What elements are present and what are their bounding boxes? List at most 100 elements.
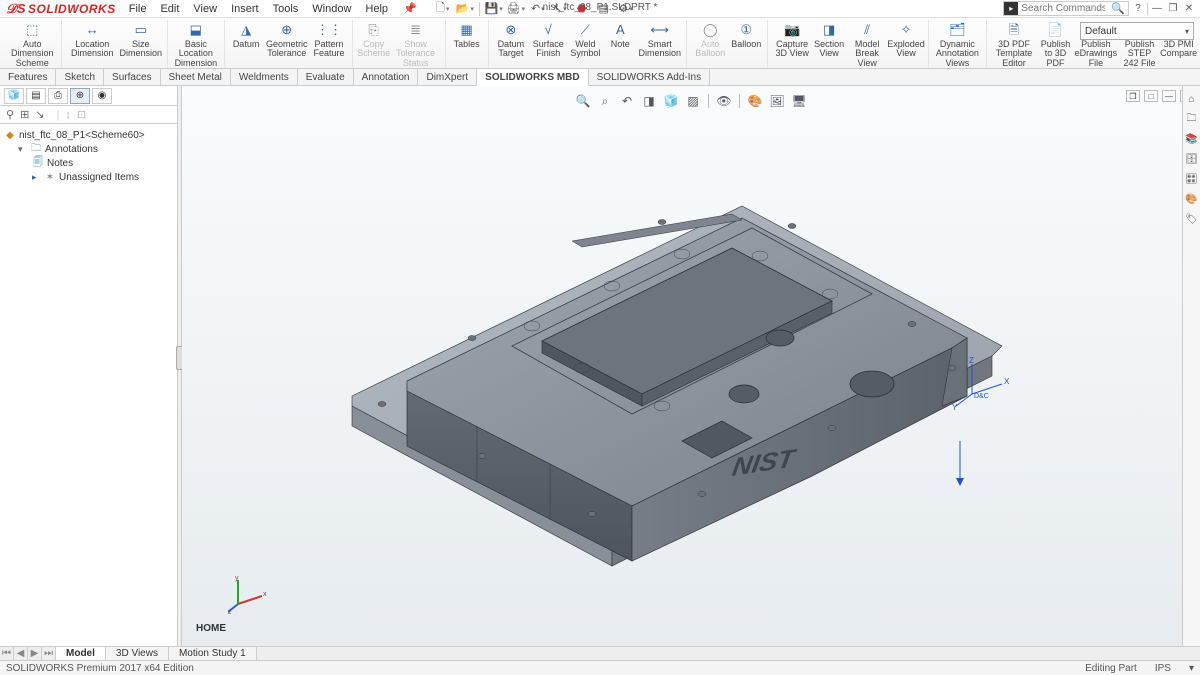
tab-evaluate[interactable]: Evaluate bbox=[298, 69, 354, 85]
taskpane-custom-props-icon[interactable]: 🏷 bbox=[1185, 212, 1199, 226]
menu-tools[interactable]: Tools bbox=[266, 1, 306, 17]
note-button[interactable]: ANote bbox=[603, 20, 637, 60]
expand-icon[interactable]: ▸ bbox=[32, 172, 41, 183]
tab-scroll-first-icon[interactable]: ⏮ bbox=[0, 647, 14, 660]
section-view-hud-button[interactable]: ◨ bbox=[640, 92, 658, 110]
menu-insert[interactable]: Insert bbox=[224, 1, 266, 17]
tab-scroll-last-icon[interactable]: ⏭ bbox=[42, 647, 56, 660]
zoom-area-button[interactable]: ⌕ bbox=[596, 92, 614, 110]
search-commands[interactable]: ▸ 🔍 bbox=[1003, 1, 1129, 16]
tab-sketch[interactable]: Sketch bbox=[56, 69, 104, 85]
model-break-view-button[interactable]: ⫽Model Break View bbox=[846, 20, 888, 69]
menu-help[interactable]: Help bbox=[358, 1, 395, 17]
apply-scene-button[interactable]: 🖼 bbox=[768, 92, 786, 110]
auto-dimension-scheme-button[interactable]: ⬚Auto Dimension Scheme bbox=[8, 20, 57, 69]
taskpane-home-icon[interactable]: ⌂ bbox=[1185, 92, 1199, 106]
close-button[interactable]: ✕ bbox=[1182, 2, 1196, 16]
fm-tab-dimxpert-manager[interactable]: ⊕ bbox=[70, 88, 90, 104]
fm-tool-4-icon[interactable]: ↕ bbox=[65, 109, 71, 121]
tab-surfaces[interactable]: Surfaces bbox=[104, 69, 160, 85]
fm-tool-2-icon[interactable]: ⊞ bbox=[20, 108, 29, 121]
minimize-button[interactable]: — bbox=[1150, 2, 1164, 16]
status-extra-icon[interactable]: ▾ bbox=[1189, 663, 1194, 674]
mdi-max-icon[interactable]: □ bbox=[1144, 90, 1158, 102]
tree-root[interactable]: ◆ nist_ftc_08_P1<Scheme60> bbox=[4, 128, 173, 142]
taskpane-appearances-icon[interactable]: 🎨 bbox=[1185, 192, 1199, 206]
balloon-button[interactable]: ①Balloon bbox=[729, 20, 763, 60]
previous-view-button[interactable]: ↶ bbox=[618, 92, 636, 110]
basic-location-dimension-button[interactable]: ⬓Basic Location Dimension bbox=[172, 20, 221, 69]
mdi-min-icon[interactable]: — bbox=[1162, 90, 1176, 102]
size-dimension-button[interactable]: ▭Size Dimension bbox=[119, 20, 163, 60]
tab-solidworks-mbd[interactable]: SOLIDWORKS MBD bbox=[477, 69, 588, 86]
fm-tab-feature-tree[interactable]: 🧊 bbox=[4, 88, 24, 104]
restore-button[interactable]: ❐ bbox=[1166, 2, 1180, 16]
tab-weldments[interactable]: Weldments bbox=[231, 69, 298, 85]
new-doc-button[interactable]: 🗋 bbox=[433, 1, 453, 17]
datum-target-button[interactable]: ⊗Datum Target bbox=[493, 20, 529, 60]
graphics-viewport[interactable]: 🔍 ⌕ ↶ ◨ 🧊 ▨ 👁 🎨 🖼 🖥 ❐ □ — ✕ ↖ bbox=[182, 86, 1200, 660]
fm-tab-property-manager[interactable]: ▤ bbox=[26, 88, 46, 104]
tree-annotations[interactable]: ▾ 🗀 Annotations bbox=[4, 142, 173, 156]
display-style-button[interactable]: ▨ bbox=[684, 92, 702, 110]
open-doc-button[interactable]: 📂 bbox=[455, 1, 475, 17]
menu-window[interactable]: Window bbox=[305, 1, 358, 17]
menu-view[interactable]: View bbox=[186, 1, 224, 17]
tab-solidworks-addins[interactable]: SOLIDWORKS Add-Ins bbox=[589, 69, 710, 85]
tab-scroll-prev-icon[interactable]: ◀ bbox=[14, 647, 28, 660]
view-settings-button[interactable]: 🖥 bbox=[790, 92, 808, 110]
fm-tab-configuration-manager[interactable]: ⎙ bbox=[48, 88, 68, 104]
search-input[interactable] bbox=[1018, 3, 1108, 14]
tree-notes[interactable]: 🗐 Notes bbox=[4, 156, 173, 170]
tab-scroll-next-icon[interactable]: ▶ bbox=[28, 647, 42, 660]
search-icon[interactable]: 🔍 bbox=[1108, 2, 1128, 15]
view-orientation-button[interactable]: 🧊 bbox=[662, 92, 680, 110]
doc-tab-model[interactable]: Model bbox=[56, 647, 106, 660]
help-button[interactable]: ? bbox=[1131, 2, 1145, 16]
tables-button[interactable]: ▦Tables bbox=[450, 20, 484, 50]
status-units[interactable]: IPS bbox=[1155, 663, 1171, 674]
fm-tab-display-manager[interactable]: ◉ bbox=[92, 88, 112, 104]
menu-edit[interactable]: Edit bbox=[153, 1, 186, 17]
menu-file[interactable]: File bbox=[122, 1, 154, 17]
pin-icon[interactable]: 📌 bbox=[395, 2, 425, 15]
tab-sheet-metal[interactable]: Sheet Metal bbox=[161, 69, 231, 85]
edit-appearance-button[interactable]: 🎨 bbox=[746, 92, 764, 110]
taskpane-view-palette-icon[interactable]: 🎛 bbox=[1185, 172, 1199, 186]
section-view-button[interactable]: ◨Section View bbox=[812, 20, 846, 69]
pattern-feature-button[interactable]: ⋮⋮Pattern Feature bbox=[310, 20, 347, 60]
taskpane-resources-icon[interactable]: 🗀 bbox=[1185, 112, 1199, 126]
geometric-tolerance-button[interactable]: ⊕Geometric Tolerance bbox=[263, 20, 310, 60]
mdi-restore-icon[interactable]: ❐ bbox=[1126, 90, 1140, 102]
taskpane-library-icon[interactable]: 📚 bbox=[1185, 132, 1199, 146]
zoom-fit-button[interactable]: 🔍 bbox=[574, 92, 592, 110]
weld-symbol-button[interactable]: ⟋Weld Symbol bbox=[567, 20, 603, 60]
doc-tab-3d-views[interactable]: 3D Views bbox=[106, 647, 169, 660]
exploded-view-button[interactable]: ✧Exploded View bbox=[888, 20, 924, 69]
fm-tool-3-icon[interactable]: ↘ bbox=[35, 108, 44, 121]
configuration-dropdown[interactable]: Default bbox=[1080, 22, 1194, 40]
fm-tool-1-icon[interactable]: ⚲ bbox=[6, 108, 14, 121]
fm-tool-5-icon[interactable]: ⊡ bbox=[77, 108, 86, 121]
print-button[interactable]: 🖨 bbox=[506, 1, 526, 17]
svg-text:x: x bbox=[263, 591, 267, 598]
collapse-icon[interactable]: ▾ bbox=[18, 144, 27, 155]
tab-annotation[interactable]: Annotation bbox=[354, 69, 419, 85]
tab-dimxpert[interactable]: DimXpert bbox=[418, 69, 477, 85]
surface-finish-button[interactable]: √Surface Finish bbox=[529, 20, 567, 60]
part-model[interactable]: NIST bbox=[312, 166, 1032, 596]
tab-features[interactable]: Features bbox=[0, 69, 56, 85]
search-mode-icon[interactable]: ▸ bbox=[1004, 2, 1018, 15]
publish-3d-pdf-button[interactable]: 📄Publish to 3D PDF bbox=[1037, 20, 1074, 69]
dynamic-annotation-views-button[interactable]: 🗂Dynamic Annotation Views bbox=[933, 20, 982, 69]
capture-3d-view-button[interactable]: 📷Capture 3D View bbox=[772, 20, 812, 69]
location-dimension-button[interactable]: ↔Location Dimension bbox=[66, 20, 119, 60]
taskpane-explorer-icon[interactable]: 🗄 bbox=[1185, 152, 1199, 166]
datum-button[interactable]: ◮Datum bbox=[229, 20, 263, 60]
smart-dimension-button[interactable]: ⟷Smart Dimension bbox=[637, 20, 682, 60]
hide-show-button[interactable]: 👁 bbox=[715, 92, 733, 110]
3d-pdf-template-editor-button[interactable]: 🗎3D PDF Template Editor bbox=[991, 20, 1037, 69]
doc-tab-motion-study[interactable]: Motion Study 1 bbox=[169, 647, 257, 660]
tree-unassigned-items[interactable]: ▸ ✶ Unassigned Items bbox=[4, 170, 173, 184]
save-button[interactable]: 💾 bbox=[484, 1, 504, 17]
